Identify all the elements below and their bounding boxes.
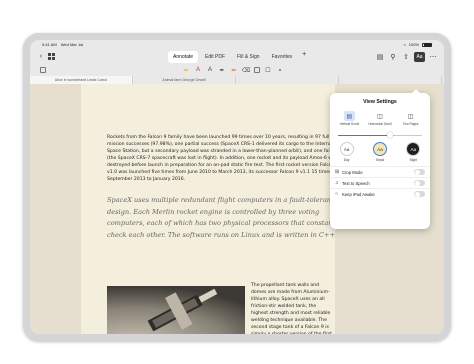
text-to-speech-toggle[interactable]: [414, 180, 425, 187]
theme-night-option[interactable]: Aa Night: [406, 142, 421, 162]
lasso-icon[interactable]: ⚬: [276, 66, 284, 74]
column-paragraph: The propellant tank walls and domes are …: [251, 283, 332, 334]
grid-glyph: [47, 53, 55, 60]
vertical-scroll-icon: ▤: [343, 111, 355, 121]
document-tabs: Alice in wonderland Lewis Carrol Animal …: [30, 76, 444, 84]
horizontal-scroll-icon: ◫: [377, 113, 383, 120]
theme-sepia-option[interactable]: Aa Sepia: [372, 142, 387, 162]
crop-icon: ⊞: [335, 169, 340, 176]
crop-mode-label: Crop Mode: [342, 169, 363, 175]
ipad-screen: 9:41 AM Wed Mar 1st ≈ 100% ‹ Annotate Ed…: [30, 40, 444, 334]
view-settings-button[interactable]: Aa: [414, 51, 425, 62]
quote-paragraph: SpaceX uses multiple redundant flight co…: [107, 196, 342, 239]
pen-icon[interactable]: ✒: [218, 66, 226, 74]
select-tool-icon[interactable]: [40, 67, 46, 73]
theme-sepia-label: Sepia: [375, 157, 385, 162]
keep-awake-row[interactable]: ○ Keep iPad Awake: [330, 188, 430, 199]
top-right-icons: ▤ ⚲ ⇧ Aa ⋯: [375, 51, 438, 62]
note-icon[interactable]: ☐: [264, 66, 272, 74]
two-pages-icon: ◫: [407, 113, 414, 120]
lock-icon: ○: [335, 191, 339, 198]
doc-tab-3[interactable]: [236, 76, 339, 84]
status-right: ≈ 100%: [404, 42, 432, 47]
status-date: Wed Mar 1st: [60, 42, 84, 47]
battery-percent: 100%: [408, 42, 419, 47]
crop-mode-row[interactable]: ⊞ Crop Mode: [330, 166, 430, 177]
brightness-fill: [338, 134, 391, 136]
eraser-icon[interactable]: ⌫: [242, 66, 250, 74]
annotation-toolbar: ✏ A A ✒ ✏ ⌫ ☐ ⚬: [30, 64, 444, 76]
brightness-slider[interactable]: [338, 132, 422, 139]
theme-night-swatch: Aa: [406, 142, 421, 157]
body-paragraph: Rockets from the Falcon 9 family have be…: [107, 135, 345, 182]
keep-awake-toggle[interactable]: [414, 191, 425, 198]
marker-icon[interactable]: ✏: [230, 66, 238, 74]
horizontal-scroll-option[interactable]: ◫ Horizontal Scroll: [366, 111, 394, 126]
battery-icon: [422, 42, 432, 47]
two-pages-option[interactable]: ◫ Two Pages: [397, 111, 425, 126]
speaker-icon: ♫: [335, 180, 339, 187]
highlighter-icon[interactable]: ✏: [182, 66, 190, 74]
shapes-icon[interactable]: [254, 67, 260, 73]
ipad-frame: 9:41 AM Wed Mar 1st ≈ 100% ‹ Annotate Ed…: [23, 33, 451, 341]
crop-mode-toggle[interactable]: [414, 169, 425, 176]
document-page[interactable]: Rockets from the Falcon 9 family have be…: [81, 84, 345, 334]
status-bar: 9:41 AM Wed Mar 1st ≈ 100%: [30, 40, 444, 49]
brightness-knob[interactable]: [387, 132, 394, 139]
two-pages-label: Two Pages: [402, 121, 419, 126]
doc-tab-animal-farm[interactable]: Animal farm George Orwell: [133, 76, 236, 84]
text-color-icon[interactable]: A: [194, 66, 202, 74]
back-icon[interactable]: ‹: [36, 52, 46, 62]
text-to-speech-row[interactable]: ♫ Text to Speech: [330, 177, 430, 188]
more-icon[interactable]: ⋯: [428, 52, 438, 62]
theme-sepia-swatch: Aa: [372, 142, 387, 157]
scroll-mode-options: ▤ Vertical Scroll ◫ Horizontal Scroll ◫ …: [330, 111, 430, 126]
text-to-speech-label: Text to Speech: [342, 180, 370, 186]
doc-tab-alice[interactable]: Alice in wonderland Lewis Carrol: [30, 76, 133, 84]
satellite-image: [107, 286, 245, 334]
view-settings-popover: View Settings ▤ Vertical Scroll ◫ Horizo…: [330, 89, 430, 229]
tab-favorites[interactable]: Favorites: [267, 51, 298, 63]
view-settings-title: View Settings: [363, 99, 397, 105]
add-tab-icon[interactable]: +: [299, 51, 309, 63]
horizontal-scroll-label: Horizontal Scroll: [368, 121, 392, 126]
search-icon[interactable]: ⚲: [388, 52, 398, 62]
top-bar: ‹ Annotate Edit PDF Fill & Sign Favorite…: [30, 49, 444, 64]
wifi-icon: ≈: [403, 42, 406, 47]
theme-day-option[interactable]: Aa Day: [339, 142, 354, 162]
tab-fill-sign[interactable]: Fill & Sign: [232, 51, 265, 63]
doc-tab-4[interactable]: [339, 76, 442, 84]
tab-edit-pdf[interactable]: Edit PDF: [200, 51, 230, 63]
theme-night-label: Night: [409, 157, 418, 162]
vertical-scroll-label: Vertical Scroll: [339, 121, 359, 126]
text-style-icon[interactable]: A: [206, 66, 214, 74]
book-icon[interactable]: ▤: [375, 52, 385, 62]
satellite-photo: [107, 286, 245, 334]
theme-options: Aa Day Aa Sepia Aa Night: [330, 142, 430, 162]
grid-icon[interactable]: [46, 52, 56, 62]
share-icon[interactable]: ⇧: [401, 52, 411, 62]
vertical-scroll-option[interactable]: ▤ Vertical Scroll: [335, 111, 363, 126]
mode-tabs: Annotate Edit PDF Fill & Sign Favorites …: [168, 51, 309, 63]
theme-day-label: Day: [343, 157, 350, 162]
status-time: 9:41 AM: [42, 42, 57, 47]
theme-day-swatch: Aa: [339, 142, 354, 157]
tab-annotate[interactable]: Annotate: [168, 51, 199, 63]
keep-awake-label: Keep iPad Awake: [342, 191, 375, 197]
